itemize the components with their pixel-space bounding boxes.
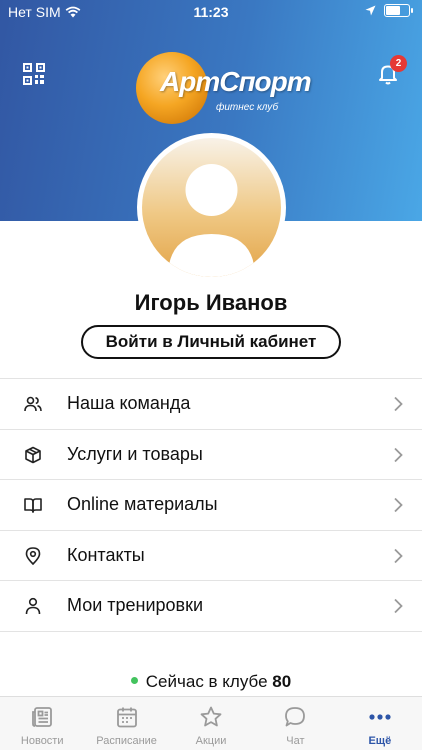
user-name: Игорь Иванов xyxy=(134,290,288,315)
avatar[interactable] xyxy=(137,133,286,282)
team-icon xyxy=(24,396,42,412)
menu-item-services[interactable]: Услуги и товары xyxy=(0,430,422,480)
box-icon xyxy=(25,446,41,463)
club-occupancy-label: Сейчас в клубе xyxy=(145,672,268,691)
notifications-button[interactable]: 2 xyxy=(376,55,407,86)
location-arrow-icon xyxy=(365,5,376,16)
clock: 11:23 xyxy=(193,4,229,20)
calendar-icon xyxy=(116,707,137,728)
notification-badge: 2 xyxy=(390,55,407,72)
menu-item-label: Online материалы xyxy=(67,494,218,515)
tab-label: Ещё xyxy=(368,735,392,747)
tab-label: Расписание xyxy=(96,735,157,747)
chevron-right-icon xyxy=(394,447,403,462)
chevron-right-icon xyxy=(394,598,403,614)
chevron-right-icon xyxy=(394,548,403,563)
menu-item-label: Услуги и товары xyxy=(67,443,203,464)
menu-item-label: Контакты xyxy=(67,544,145,565)
location-pin-icon xyxy=(25,546,41,565)
tab-bar: Новости Расписание Акции Чат Ещё xyxy=(0,696,422,750)
club-logo: АртСпорт фитнес клуб xyxy=(136,52,312,136)
news-icon xyxy=(32,707,53,727)
chat-icon xyxy=(285,707,306,727)
tab-promotions[interactable]: Акции xyxy=(169,697,253,750)
chevron-right-icon xyxy=(394,497,403,513)
tab-schedule[interactable]: Расписание xyxy=(84,697,168,750)
login-button[interactable]: Войти в Личный кабинет xyxy=(81,325,341,359)
menu-item-my-workouts[interactable]: Мои тренировки xyxy=(0,581,422,632)
chevron-right-icon xyxy=(394,396,403,412)
menu-item-label: Наша команда xyxy=(67,393,191,414)
star-icon xyxy=(200,706,222,727)
menu-list: Наша команда Услуги и товары Online мате… xyxy=(0,378,422,632)
tab-more[interactable]: Ещё xyxy=(338,697,422,750)
battery-icon xyxy=(384,4,413,17)
club-occupancy: Сейчас в клубе 80 xyxy=(0,672,422,692)
tab-news[interactable]: Новости xyxy=(0,697,84,750)
user-silhouette-icon xyxy=(168,164,255,277)
person-icon xyxy=(25,597,41,615)
logo-brand: АртСпорт xyxy=(160,66,312,97)
status-dot xyxy=(130,677,138,685)
avatar-placeholder xyxy=(142,138,281,277)
menu-item-online-materials[interactable]: Online материалы xyxy=(0,480,422,531)
tab-chat[interactable]: Чат xyxy=(253,697,337,750)
qr-code-button[interactable] xyxy=(23,63,45,85)
status-bar: Нет SIM 11:23 xyxy=(0,0,422,24)
tab-label: Акции xyxy=(195,735,227,747)
more-icon xyxy=(369,714,391,720)
qr-code-icon xyxy=(23,63,45,85)
book-icon xyxy=(24,498,42,513)
tab-label: Чат xyxy=(286,735,305,747)
menu-item-contacts[interactable]: Контакты xyxy=(0,531,422,581)
tab-label: Новости xyxy=(20,735,64,747)
menu-item-label: Мои тренировки xyxy=(67,595,204,616)
club-occupancy-count: 80 xyxy=(272,672,292,691)
menu-item-team[interactable]: Наша команда xyxy=(0,379,422,430)
logo-tagline: фитнес клуб xyxy=(216,102,279,113)
